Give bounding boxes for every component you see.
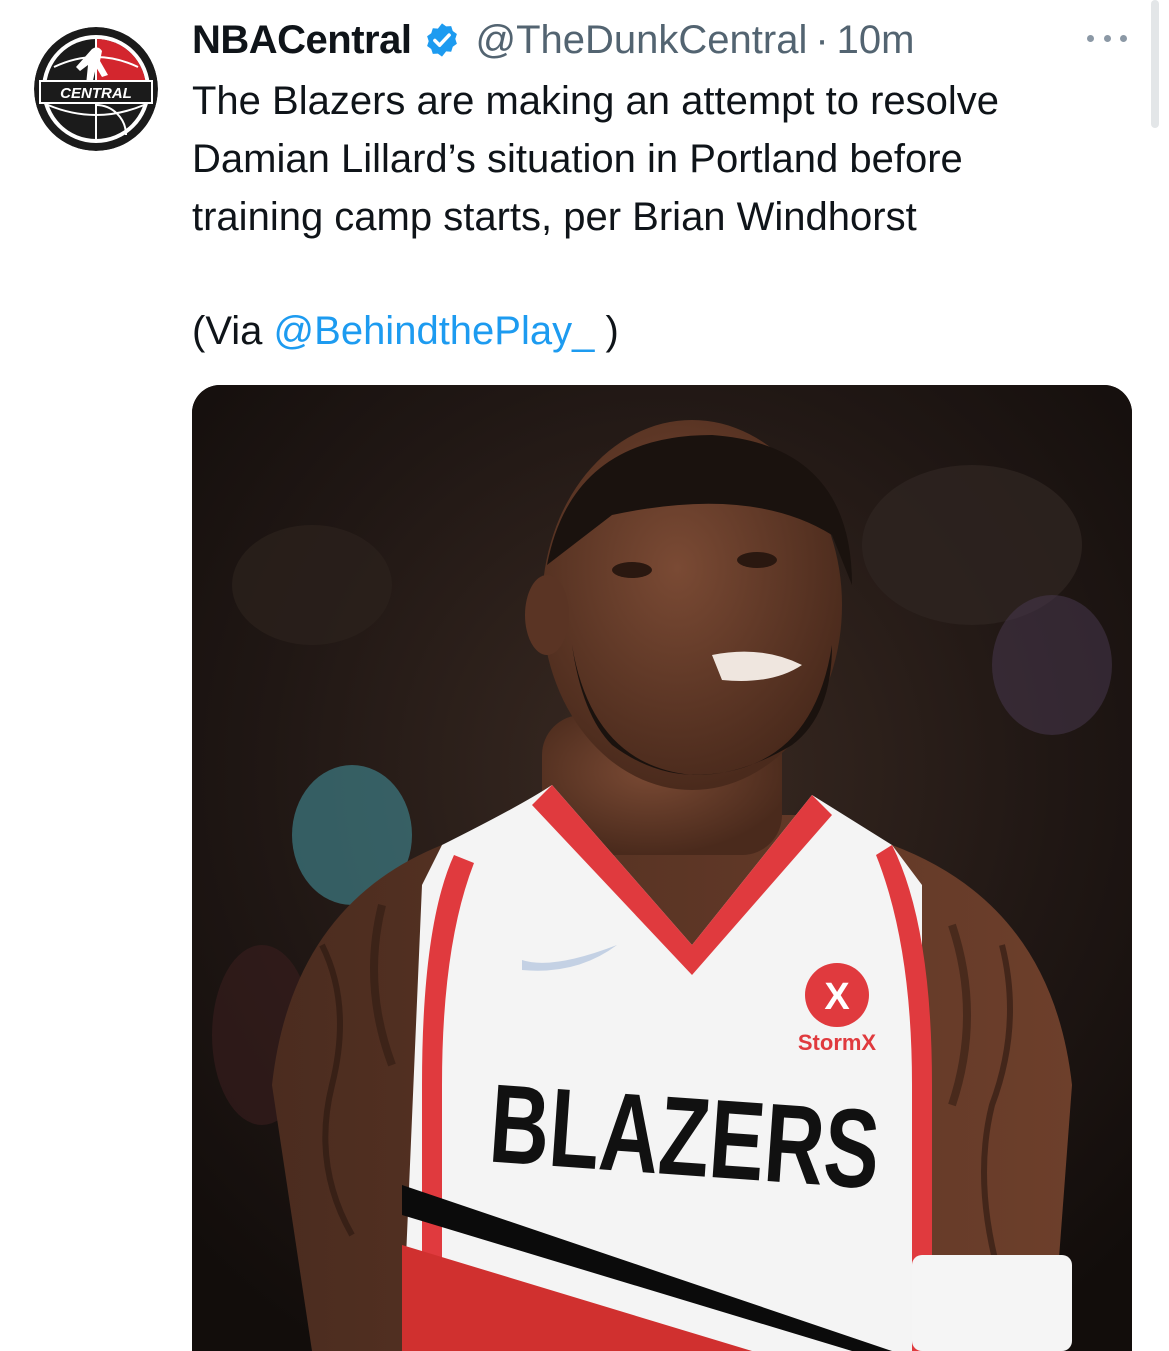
tweet-timestamp[interactable]: 10m (837, 18, 915, 63)
sponsor-text: StormX (798, 1030, 877, 1055)
more-dot (1103, 34, 1111, 42)
more-options-icon[interactable] (1085, 20, 1129, 56)
tweet-text: The Blazers are making an attempt to res… (192, 72, 1132, 246)
author-display-name[interactable]: NBACentral (192, 18, 412, 63)
tweet-card[interactable]: CENTRAL NBACentral @TheDunkCentral · 10m… (0, 0, 1169, 1351)
more-dot (1120, 34, 1127, 42)
tweet-text-line: Damian Lillard’s situation in Portland b… (192, 137, 963, 181)
sponsor-logo-icon: X (824, 976, 850, 1018)
author-handle[interactable]: @TheDunkCentral (475, 18, 807, 63)
scrollbar[interactable] (1151, 0, 1159, 128)
separator-dot: · (815, 17, 829, 62)
avatar-text: CENTRAL (60, 85, 132, 102)
tweet-text-line: training camp starts, per Brian Windhors… (192, 195, 917, 239)
more-dot (1087, 34, 1094, 42)
nbacentral-logo: CENTRAL (34, 27, 158, 151)
player-photo: X StormX BLAZERS (192, 385, 1132, 1351)
tweet-media-image[interactable]: X StormX BLAZERS (192, 385, 1132, 1351)
via-prefix: (Via (192, 309, 274, 353)
tweet-text-line: The Blazers are making an attempt to res… (192, 79, 1000, 123)
verified-badge-icon[interactable] (423, 21, 461, 59)
tweet-header: NBACentral @TheDunkCentral · 10m (192, 10, 1139, 70)
via-mention-link[interactable]: @BehindthePlay_ (274, 309, 595, 353)
via-line: (Via @BehindthePlay_ ) (192, 302, 619, 360)
author-avatar[interactable]: CENTRAL (34, 27, 158, 151)
via-suffix: ) (594, 309, 619, 353)
